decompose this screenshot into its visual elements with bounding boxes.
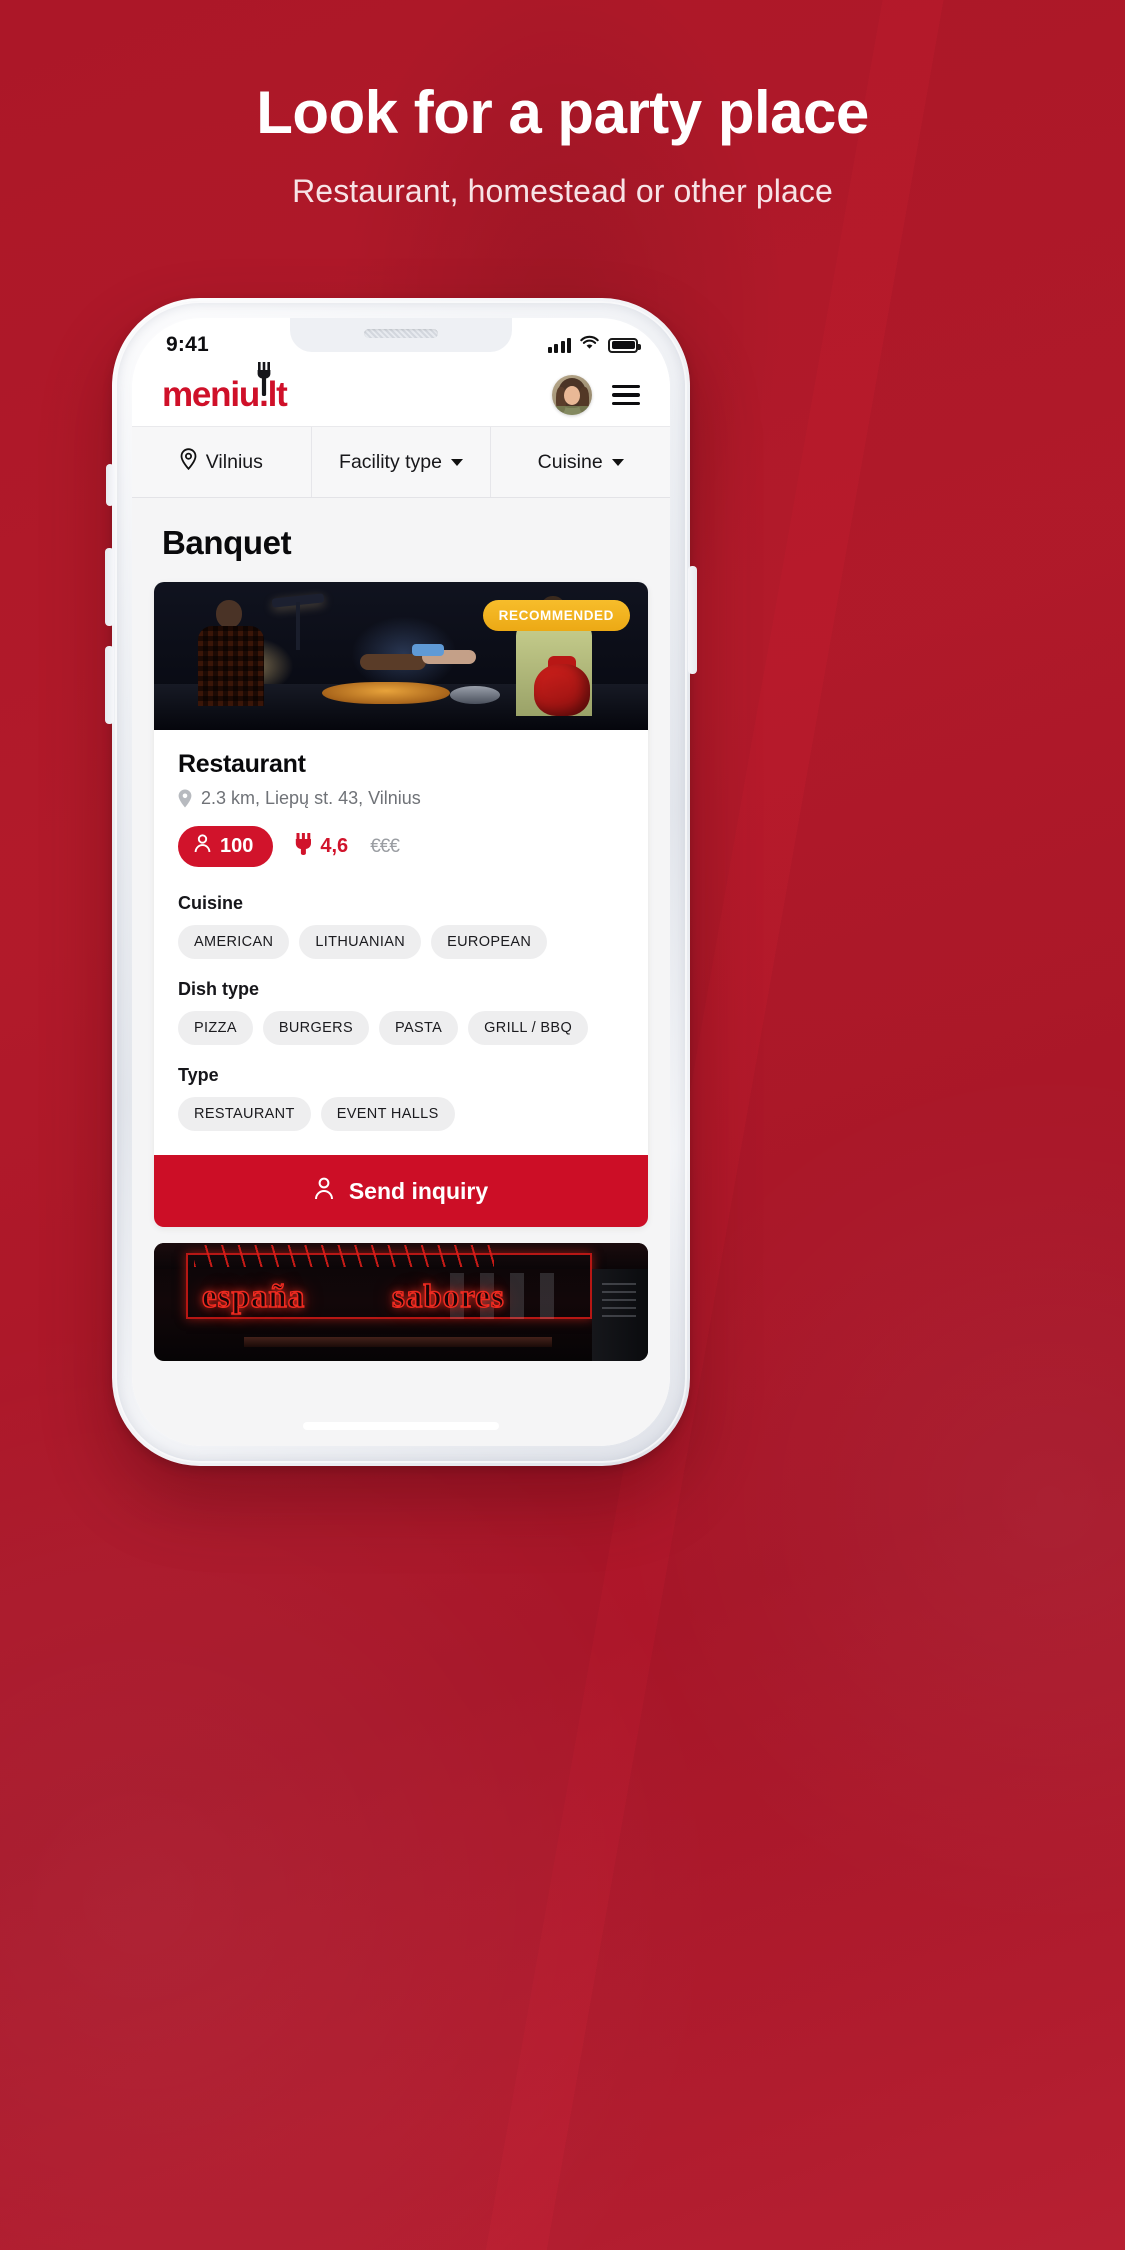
rating: 4,6 [295, 832, 349, 861]
tag-item[interactable]: AMERICAN [178, 925, 290, 959]
hero-section: Look for a party place Restaurant, homes… [0, 78, 1125, 210]
filter-city[interactable]: Vilnius [132, 427, 312, 497]
fork-rating-icon [295, 832, 312, 861]
hero-title: Look for a party place [256, 79, 869, 146]
send-inquiry-label: Send inquiry [348, 1177, 489, 1204]
power-button[interactable] [688, 566, 697, 674]
volume-up-button[interactable] [105, 548, 114, 626]
location-pin-icon [178, 789, 192, 808]
restaurant-name: Restaurant [178, 750, 306, 778]
restaurant-card-2[interactable]: españa sabores [154, 1243, 648, 1361]
status-icons [547, 335, 641, 355]
phone-mockup: 9:41 meniu.lt Vilnius Facility type Cuis… [105, 298, 697, 1466]
results-page: Banquet RECOMMENDED Restaurant 2.3 km, L… [132, 498, 670, 1446]
neon-text-2: sabores [391, 1278, 505, 1316]
filter-bar: Vilnius Facility type Cuisine [132, 426, 670, 498]
restaurant-card[interactable]: RECOMMENDED Restaurant 2.3 km, Liepų st.… [154, 582, 648, 1227]
page-title: Banquet [162, 524, 292, 561]
capacity-badge: 100 [178, 826, 274, 867]
group-type-tags: RESTAURANT EVENT HALLS [178, 1097, 624, 1131]
tag-item[interactable]: LITHUANIAN [299, 925, 422, 959]
avatar[interactable] [552, 375, 592, 415]
mute-switch[interactable] [106, 464, 114, 506]
status-badge: RECOMMENDED [482, 600, 630, 631]
rating-value: 4,6 [320, 835, 349, 857]
filter-city-label: Vilnius [205, 450, 263, 473]
tag-item[interactable]: PASTA [379, 1011, 459, 1045]
location-pin-icon [180, 448, 197, 476]
chevron-down-icon [611, 458, 624, 466]
neon-text-1: españa [201, 1278, 306, 1316]
group-type: Type RESTAURANT EVENT HALLS [154, 1065, 648, 1131]
filter-facility-type-label: Facility type [339, 450, 442, 473]
hamburger-menu-icon[interactable] [612, 385, 640, 405]
group-dish-type-label: Dish type [178, 979, 260, 999]
tag-item[interactable]: RESTAURANT [178, 1097, 311, 1131]
group-cuisine-tags: AMERICAN LITHUANIAN EUROPEAN [178, 925, 624, 959]
tag-item[interactable]: EUROPEAN [431, 925, 548, 959]
person-icon [194, 834, 211, 859]
status-time: 9:41 [166, 333, 209, 356]
filter-cuisine-label: Cuisine [537, 450, 603, 473]
tag-item[interactable]: GRILL / BBQ [468, 1011, 589, 1045]
tag-item[interactable]: PIZZA [178, 1011, 253, 1045]
price-level: €€€ [370, 835, 400, 857]
fork-icon [257, 362, 271, 397]
filter-facility-type[interactable]: Facility type [312, 427, 492, 497]
send-inquiry-button[interactable]: Send inquiry [154, 1155, 648, 1227]
chevron-down-icon [450, 458, 463, 466]
group-cuisine-label: Cuisine [178, 893, 244, 913]
tag-item[interactable]: EVENT HALLS [320, 1097, 455, 1131]
header-actions [552, 375, 640, 415]
group-type-label: Type [178, 1065, 219, 1085]
battery-icon [608, 337, 641, 353]
app-header: meniu.lt [132, 362, 670, 426]
restaurant-address-text: 2.3 km, Liepų st. 43, Vilnius [201, 788, 421, 808]
tag-item[interactable]: BURGERS [262, 1011, 370, 1045]
person-icon [314, 1177, 334, 1206]
app-logo[interactable]: meniu.lt [162, 362, 288, 415]
restaurant-info: Restaurant 2.3 km, Liepų st. 43, Vilnius [154, 730, 648, 873]
group-dish-type: Dish type PIZZA BURGERS PASTA GRILL / BB… [154, 979, 648, 1045]
restaurant-stats: 100 4,6 €€€ [178, 826, 624, 867]
signal-icon [547, 337, 571, 353]
group-dish-type-tags: PIZZA BURGERS PASTA GRILL / BBQ [178, 1011, 624, 1045]
wifi-icon [580, 335, 599, 355]
volume-down-button[interactable] [105, 646, 114, 724]
group-cuisine: Cuisine AMERICAN LITHUANIAN EUROPEAN [154, 893, 648, 959]
restaurant-photo: RECOMMENDED [154, 582, 648, 730]
restaurant-address: 2.3 km, Liepų st. 43, Vilnius [178, 788, 624, 809]
hero-subtitle: Restaurant, homestead or other place [292, 173, 833, 209]
earpiece-speaker [364, 329, 438, 338]
home-indicator[interactable] [303, 1422, 499, 1430]
phone-screen: 9:41 meniu.lt Vilnius Facility type Cuis… [132, 318, 670, 1446]
capacity-value: 100 [220, 835, 254, 857]
filter-cuisine[interactable]: Cuisine [491, 427, 670, 497]
